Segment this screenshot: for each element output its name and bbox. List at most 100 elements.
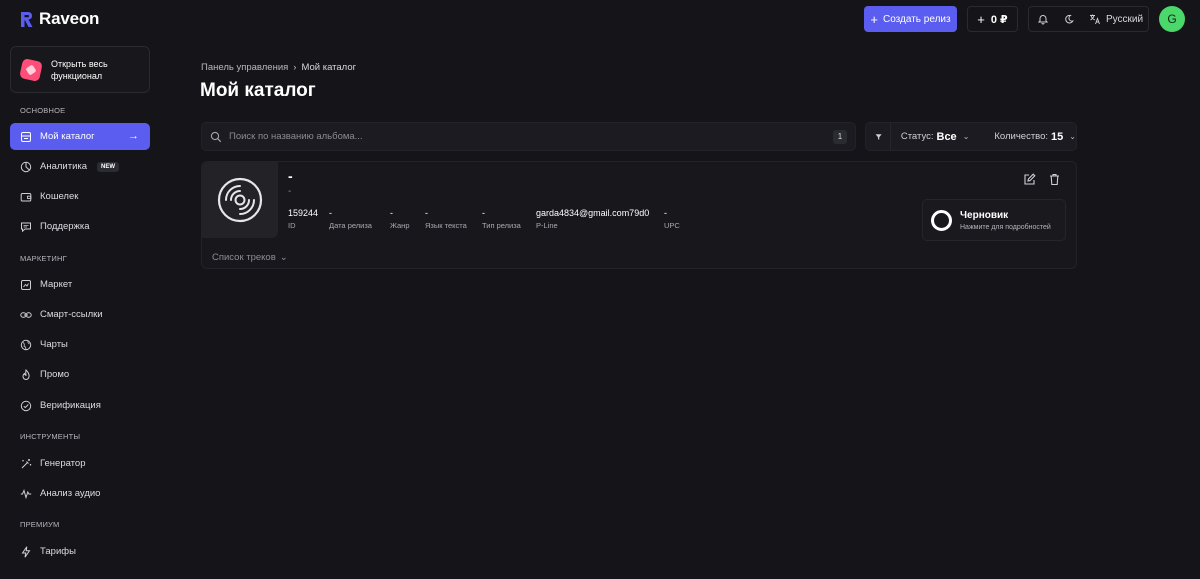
- unlock-features-text: Открыть весь функционал: [51, 58, 108, 81]
- meta-pline: garda4834@gmail.com79d0 P-Line: [536, 208, 649, 230]
- wallet-icon: [20, 191, 32, 203]
- meta-value: -: [482, 208, 485, 218]
- sidebar-item-support[interactable]: Поддержка: [10, 213, 150, 240]
- meta-label: Дата релиза: [329, 221, 372, 230]
- chevron-down-icon: ⌄: [279, 252, 288, 263]
- sidebar-item-label: Аналитика: [40, 161, 88, 172]
- sidebar-item-label: Кошелек: [40, 191, 79, 202]
- meta-label: Тип релиза: [482, 221, 521, 230]
- bell-icon[interactable]: [1037, 13, 1049, 25]
- filter-bar: Статус: Все ⌄ Количество: 15 ⌄: [865, 122, 1077, 151]
- status-title: Черновик: [960, 209, 1009, 221]
- breadcrumb-current: Мой каталог: [301, 62, 357, 73]
- status-filter-value: Все: [936, 130, 957, 143]
- sidebar-item-verification[interactable]: Верификация: [10, 392, 150, 419]
- divider: [890, 122, 891, 151]
- tracklist-toggle-label: Список треков: [212, 252, 276, 263]
- meta-release-date: - Дата релиза: [329, 208, 372, 230]
- sidebar-item-audio-analysis[interactable]: Анализ аудио: [10, 480, 150, 507]
- release-artist: -: [288, 186, 292, 197]
- chevron-right-icon: ›: [293, 62, 297, 73]
- language-selector[interactable]: Русский: [1089, 13, 1143, 25]
- sidebar-item-catalog[interactable]: Мой каталог →: [10, 123, 150, 150]
- breadcrumb: Панель управления › Мой каталог: [201, 62, 356, 73]
- sidebar-item-charts[interactable]: Чарты: [10, 331, 150, 358]
- gem-icon: [19, 57, 43, 82]
- breadcrumb-root[interactable]: Панель управления: [201, 62, 288, 73]
- meta-id: 159244 ID: [288, 208, 318, 230]
- balance-value: 0 ₽: [990, 13, 1008, 26]
- meta-label: Язык текста: [425, 221, 467, 230]
- sidebar-item-generator[interactable]: Генератор: [10, 450, 150, 477]
- count-filter-label: Количество:: [994, 131, 1049, 142]
- sidebar-item-analytics[interactable]: Аналитика NEW: [10, 153, 150, 180]
- new-badge: NEW: [97, 161, 120, 172]
- sidebar-item-market[interactable]: Маркет: [10, 271, 150, 298]
- meta-label: ID: [288, 221, 296, 230]
- meta-label: P-Line: [536, 221, 558, 230]
- meta-value: -: [425, 208, 428, 218]
- pie-chart-icon: [20, 161, 32, 173]
- sidebar-item-smartlinks[interactable]: Смарт-ссылки: [10, 301, 150, 328]
- verified-check-icon: [20, 400, 32, 412]
- plus-icon: +: [870, 11, 878, 27]
- brand-name: Raveon: [39, 9, 100, 28]
- catalog-icon: [20, 131, 32, 143]
- release-cover[interactable]: [202, 162, 278, 238]
- section-marketing-label: МАРКЕТИНГ: [20, 254, 67, 263]
- store-icon: [20, 279, 32, 291]
- sidebar-item-promo[interactable]: Промо: [10, 361, 150, 388]
- count-filter[interactable]: Количество: 15 ⌄: [994, 131, 1076, 143]
- status-filter[interactable]: Статус: Все ⌄: [901, 131, 970, 143]
- tracklist-toggle[interactable]: Список треков ⌄: [212, 252, 288, 263]
- globe-icon: [20, 339, 32, 351]
- magic-wand-icon: [20, 458, 32, 470]
- flame-icon: [20, 368, 32, 381]
- unlock-features-card[interactable]: Открыть весь функционал: [10, 46, 150, 93]
- trash-icon[interactable]: [1048, 173, 1061, 186]
- sidebar-item-label: Генератор: [40, 458, 86, 469]
- search-icon: [210, 131, 222, 142]
- header-tools: Русский: [1028, 6, 1149, 32]
- meta-genre: - Жанр: [390, 208, 410, 230]
- meta-label: Жанр: [390, 221, 410, 230]
- moon-icon[interactable]: [1063, 13, 1075, 25]
- lightning-icon: [20, 546, 32, 558]
- sidebar-item-label: Промо: [40, 369, 70, 380]
- avatar[interactable]: G: [1159, 6, 1185, 32]
- arrow-right-icon: →: [128, 130, 139, 142]
- release-card[interactable]: - - 159244 ID - Дата релиза - Жанр - Язы…: [201, 161, 1077, 269]
- sidebar-item-label: Анализ аудио: [40, 488, 101, 499]
- sidebar-item-label: Тарифы: [40, 546, 76, 557]
- draft-status-icon: [931, 209, 952, 231]
- chevron-down-icon: ⌄: [962, 132, 970, 141]
- page-title: Мой каталог: [200, 80, 316, 101]
- meta-upc: - UPC: [664, 208, 680, 230]
- sidebar-item-label: Мой каталог: [40, 131, 95, 142]
- sidebar-item-label: Верификация: [40, 400, 101, 411]
- section-premium-label: ПРЕМИУМ: [20, 520, 60, 529]
- sidebar-item-wallet[interactable]: Кошелек: [10, 183, 150, 210]
- chat-icon: [20, 221, 32, 233]
- logo[interactable]: Raveon: [20, 9, 99, 29]
- meta-label: UPC: [664, 221, 680, 230]
- status-filter-label: Статус:: [900, 131, 934, 142]
- sidebar-item-label: Маркет: [40, 279, 73, 290]
- section-main-label: ОСНОВНОЕ: [20, 106, 66, 115]
- sidebar-item-label: Поддержка: [40, 221, 90, 232]
- create-release-button[interactable]: + Создать релиз: [864, 6, 957, 32]
- meta-release-type: - Тип релиза: [482, 208, 521, 230]
- balance-button[interactable]: + 0 ₽: [967, 6, 1018, 32]
- count-filter-value: 15: [1051, 130, 1064, 143]
- meta-value: -: [329, 208, 332, 218]
- release-status[interactable]: Черновик Нажмите для подробностей: [922, 199, 1066, 241]
- search-input[interactable]: [229, 131, 826, 142]
- waveform-icon: [20, 488, 32, 500]
- release-title: -: [288, 168, 293, 184]
- sidebar-item-tariffs[interactable]: Тарифы: [10, 538, 150, 565]
- edit-icon[interactable]: [1023, 173, 1036, 186]
- meta-lyrics-language: - Язык текста: [425, 208, 467, 230]
- meta-value: -: [664, 208, 667, 218]
- section-tools-label: ИНСТРУМЕНТЫ: [20, 432, 81, 441]
- filter-icon[interactable]: [875, 131, 882, 143]
